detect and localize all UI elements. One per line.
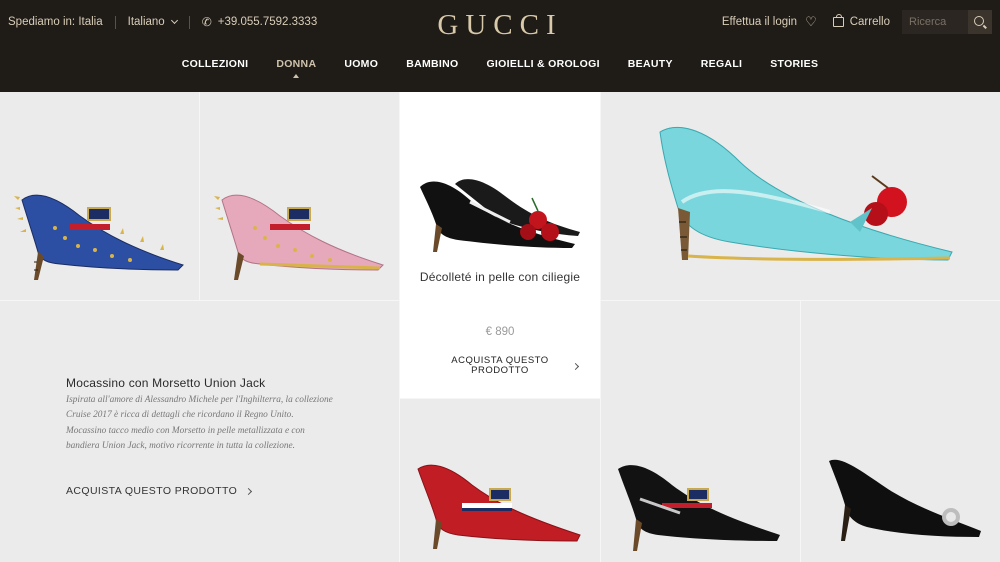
search-icon xyxy=(974,16,984,26)
chevron-right-icon xyxy=(571,362,580,371)
nav-item-stories[interactable]: STORIES xyxy=(770,58,818,70)
heart-icon[interactable]: ♡ xyxy=(805,14,817,30)
promo-description: Ispirata all'amore di Alessandro Michele… xyxy=(66,395,333,451)
login-link[interactable]: Effettua il login xyxy=(722,16,797,28)
nav-item-beauty[interactable]: BEAUTY xyxy=(628,58,673,70)
top-bar: Spediamo in: Italia Italiano ✆ +39.055.7… xyxy=(0,0,1000,44)
product-image-turquoise-cherry-pump xyxy=(659,127,953,261)
grid-divider xyxy=(0,300,400,301)
product-tile[interactable] xyxy=(0,92,199,300)
product-tile[interactable] xyxy=(600,301,800,562)
promo-title[interactable]: Mocassino con Morsetto Union Jack xyxy=(66,376,265,390)
promo-buy-button[interactable]: ACQUISTA QUESTO PRODOTTO xyxy=(66,485,253,497)
product-image-black-cherry-pump xyxy=(420,179,580,252)
product-tile[interactable] xyxy=(801,301,1000,562)
search-box xyxy=(902,10,992,34)
active-caret-icon xyxy=(293,74,300,78)
grid-divider xyxy=(400,398,600,399)
cart-label: Carrello xyxy=(849,16,890,28)
product-image-black-strap-pump xyxy=(618,465,780,551)
search-button[interactable] xyxy=(968,10,992,34)
product-tile[interactable] xyxy=(400,399,599,562)
product-image-pink-studded-pump xyxy=(214,194,384,280)
nav-item-uomo[interactable]: UOMO xyxy=(344,58,378,70)
grid-divider xyxy=(399,92,400,562)
main-nav: COLLEZIONI DONNA UOMO BAMBINO GIOIELLI &… xyxy=(0,58,1000,78)
grid-divider xyxy=(600,300,1000,301)
nav-item-gioielli-orologi[interactable]: GIOIELLI & OROLOGI xyxy=(486,58,599,70)
nav-item-bambino[interactable]: BAMBINO xyxy=(406,58,458,70)
search-input[interactable] xyxy=(902,10,968,34)
nav-item-label: DONNA xyxy=(276,58,317,70)
product-tile-large[interactable] xyxy=(600,92,1000,300)
product-image-blue-studded-pump xyxy=(14,194,184,280)
product-tile[interactable] xyxy=(200,92,399,300)
buy-product-button[interactable]: ACQUISTA QUESTO PRODOTTO xyxy=(445,356,555,376)
grid-divider xyxy=(199,92,200,301)
nav-item-regali[interactable]: REGALI xyxy=(701,58,742,70)
shopping-bag-icon xyxy=(832,14,844,27)
chevron-right-icon xyxy=(245,487,253,495)
product-image-black-crystal-pump xyxy=(829,459,981,541)
product-image-red-pump xyxy=(417,464,581,549)
promo-tile: Mocassino con Morsetto Union Jack Ispira… xyxy=(0,301,399,562)
product-price: € 890 xyxy=(485,326,515,338)
nav-item-collezioni[interactable]: COLLEZIONI xyxy=(182,58,249,70)
product-title[interactable]: Décolleté in pelle con ciliegie xyxy=(400,269,600,285)
site-header: Spediamo in: Italia Italiano ✆ +39.055.7… xyxy=(0,0,1000,92)
grid-divider xyxy=(600,92,601,562)
promo-cta-label: ACQUISTA QUESTO PRODOTTO xyxy=(66,485,238,497)
cart-link[interactable]: Carrello xyxy=(832,14,890,28)
featured-product-card[interactable]: Décolleté in pelle con ciliegie € 890 AC… xyxy=(400,92,600,398)
nav-item-donna[interactable]: DONNA xyxy=(276,58,317,78)
grid-divider xyxy=(800,301,801,562)
